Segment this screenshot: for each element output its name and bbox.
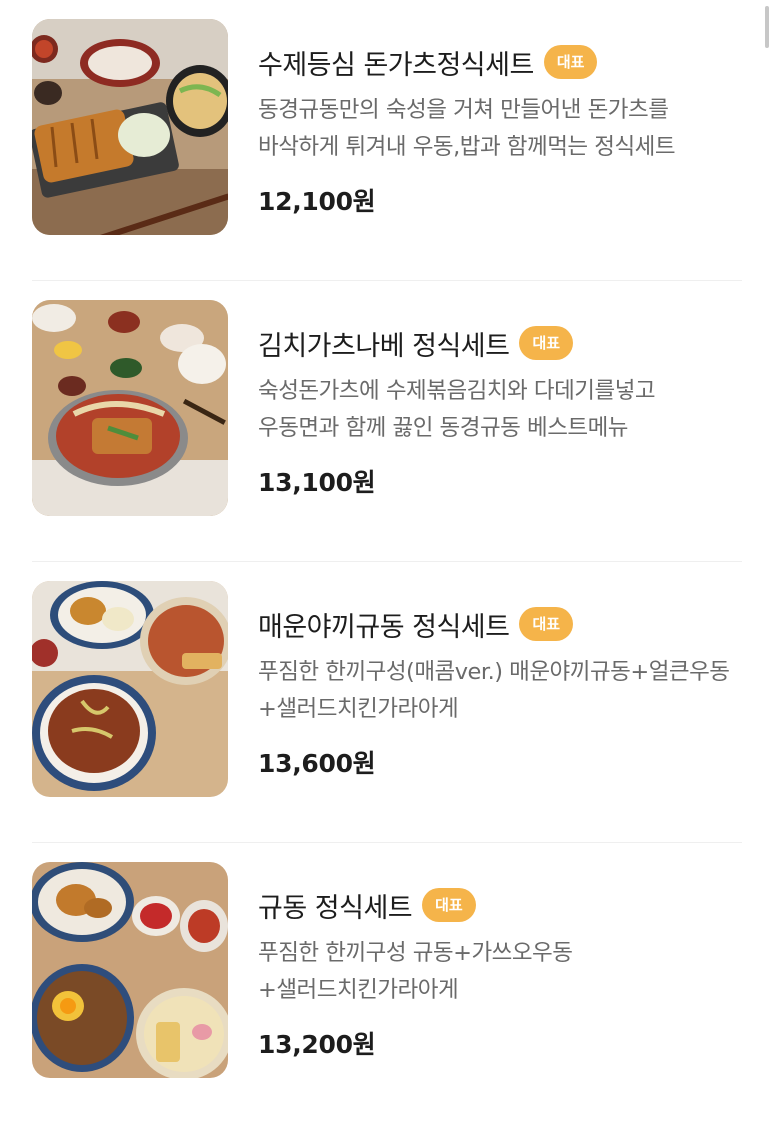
menu-item[interactable]: 수제등심 돈가츠정식세트 대표 동경규동만의 숙성을 거쳐 만들어낸 돈가츠를 … [32,0,742,281]
menu-item-photo[interactable] [32,581,228,797]
menu-item-info: 매운야끼규동 정식세트 대표 푸짐한 한끼구성(매콤ver.) 매운야끼규동+얼… [258,602,742,780]
menu-item[interactable]: 규동 정식세트 대표 푸짐한 한끼구성 규동+가쓰오우동+샐러드치킨가라아게 1… [32,843,742,1124]
menu-item-price: 12,100원 [258,187,376,216]
menu-item-price: 13,200원 [258,1030,376,1059]
menu-item-info: 규동 정식세트 대표 푸짐한 한끼구성 규동+가쓰오우동+샐러드치킨가라아게 1… [258,883,742,1061]
gyudon-set-photo [32,862,228,1078]
menu-list: 수제등심 돈가츠정식세트 대표 동경규동만의 숙성을 거쳐 만들어낸 돈가츠를 … [32,0,742,1124]
menu-item-price: 13,600원 [258,749,376,778]
spicy-yaki-gyudon-photo [32,581,228,797]
signature-badge: 대표 [543,45,598,79]
menu-item[interactable]: 매운야끼규동 정식세트 대표 푸짐한 한끼구성(매콤ver.) 매운야끼규동+얼… [32,562,742,843]
tonkatsu-set-photo [32,19,228,235]
menu-item-description: 푸짐한 한끼구성 규동+가쓰오우동+샐러드치킨가라아게 [258,940,573,1003]
menu-item-title: 규동 정식세트 [258,892,413,924]
menu-item-info: 수제등심 돈가츠정식세트 대표 동경규동만의 숙성을 거쳐 만들어낸 돈가츠를 … [258,40,742,218]
menu-item-title: 매운야끼규동 정식세트 [258,611,510,643]
menu-item-title: 김치가츠나베 정식세트 [258,330,510,362]
menu-item-title-row: 매운야끼규동 정식세트 대표 [258,602,742,646]
menu-item-title-row: 규동 정식세트 대표 [258,883,742,927]
menu-item-description: 동경규동만의 숙성을 거쳐 만들어낸 돈가츠를 바삭하게 튀겨내 우동,밥과 함… [258,97,676,160]
menu-item-info: 김치가츠나베 정식세트 대표 숙성돈가츠에 수제볶음김치와 다데기를넣고 우동면… [258,321,742,499]
menu-item-title-row: 수제등심 돈가츠정식세트 대표 [258,40,742,84]
kimchi-katsu-nabe-photo [32,300,228,516]
menu-item-price: 13,100원 [258,468,376,497]
menu-item-description: 푸짐한 한끼구성(매콤ver.) 매운야끼규동+얼큰우동+샐러드치킨가라아게 [258,659,730,722]
signature-badge: 대표 [422,888,476,922]
menu-item[interactable]: 김치가츠나베 정식세트 대표 숙성돈가츠에 수제볶음김치와 다데기를넣고 우동면… [32,281,742,562]
scrollbar[interactable] [765,6,769,48]
menu-item-title: 수제등심 돈가츠정식세트 [258,49,534,81]
menu-item-photo[interactable] [32,300,228,516]
signature-badge: 대표 [519,607,574,641]
menu-item-description: 숙성돈가츠에 수제볶음김치와 다데기를넣고 우동면과 함께 끓인 동경규동 베스… [258,378,656,441]
signature-badge: 대표 [519,326,574,360]
menu-item-title-row: 김치가츠나베 정식세트 대표 [258,321,742,365]
menu-item-photo[interactable] [32,19,228,235]
menu-item-photo[interactable] [32,862,228,1078]
